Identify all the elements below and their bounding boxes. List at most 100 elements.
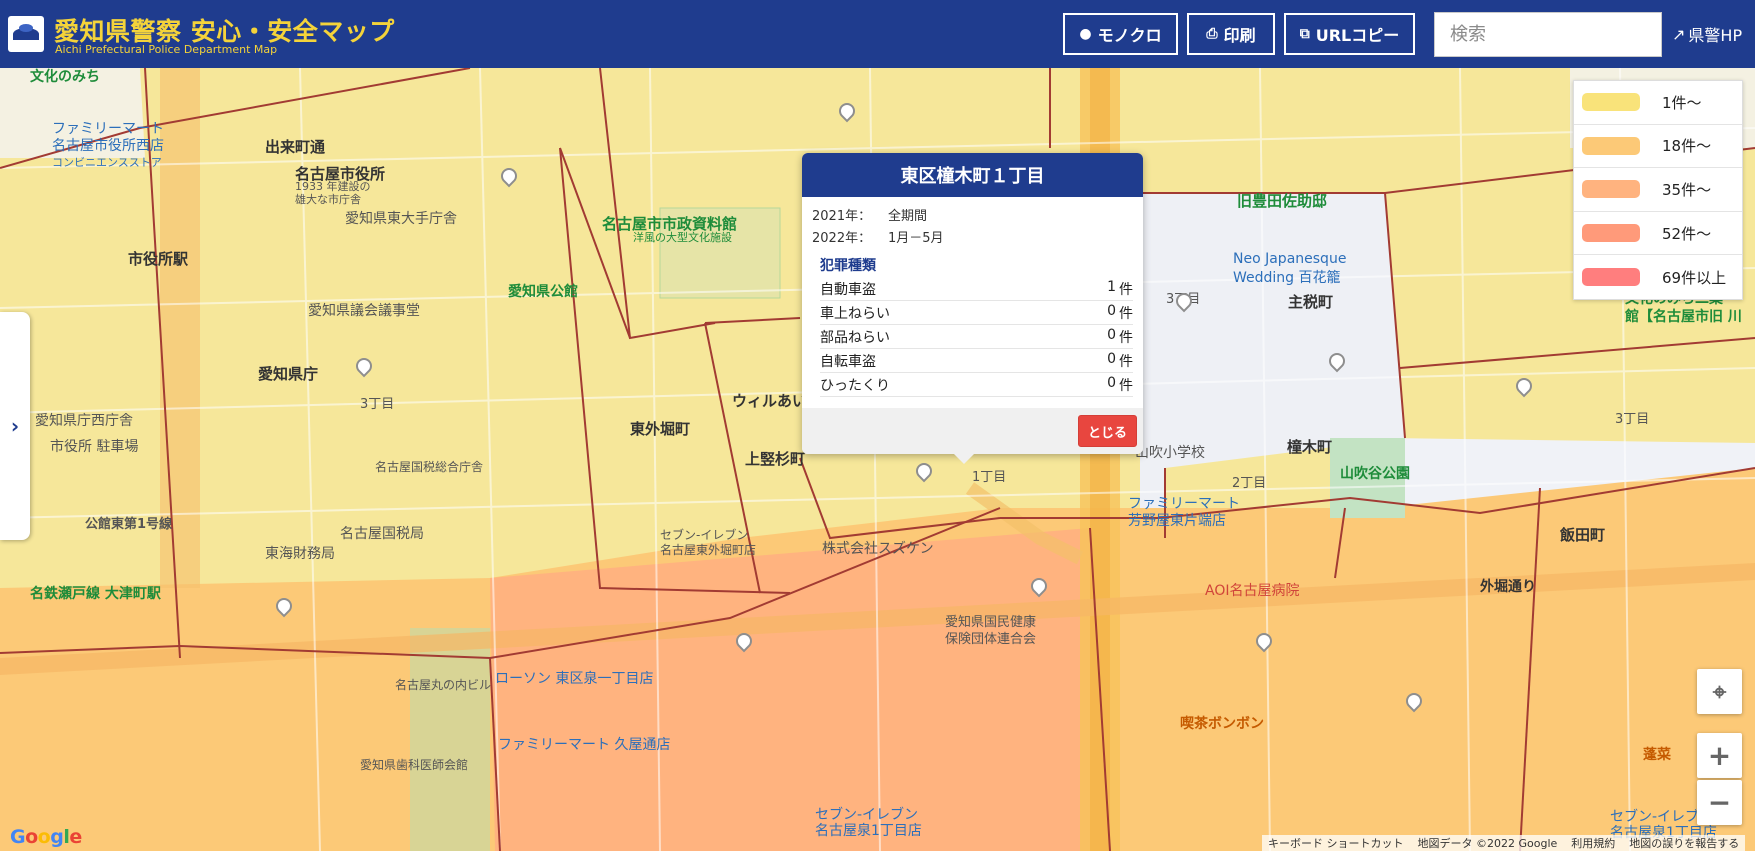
- popup-tail: [954, 454, 974, 464]
- map-label: 洋風の大型文化施設: [633, 231, 732, 244]
- crime-count-unit: 件: [1119, 305, 1133, 322]
- print-button-label: 印刷: [1223, 26, 1256, 45]
- place-pin-icon[interactable]: [1405, 693, 1419, 711]
- place-pin-icon[interactable]: [838, 103, 852, 121]
- period-value: 全期間: [888, 208, 928, 224]
- legend-label: 52件～: [1662, 224, 1712, 243]
- printer-icon: ⎙: [1206, 26, 1218, 42]
- map-label: 愛知県東大手庁舎: [345, 211, 457, 227]
- map-label: 株式会社スズケン: [822, 541, 934, 557]
- map-label: 2丁目: [1232, 476, 1267, 491]
- map-label: 山吹小学校: [1135, 445, 1205, 461]
- zoom-in-button[interactable]: +: [1697, 733, 1742, 778]
- app-subtitle: Aichi Prefectural Police Department Map: [55, 43, 278, 56]
- crime-name: ひったくり: [820, 377, 890, 394]
- period-value: 1月－5月: [888, 230, 944, 246]
- map-data-credit: 地図データ ©2022 Google: [1417, 837, 1558, 850]
- map-label: 外堀通り: [1480, 579, 1536, 595]
- popup-footer: とじる: [802, 408, 1143, 454]
- crime-row: 自動車盗 1 件: [820, 277, 1133, 301]
- legend-row: 1件～: [1574, 81, 1742, 125]
- report-error-link[interactable]: 地図の誤りを報告する: [1629, 835, 1739, 851]
- map-label: 雄大な市庁舎: [295, 193, 361, 206]
- map-label: 愛知県庁: [258, 365, 319, 383]
- crime-row: 部品ねらい 0 件: [820, 325, 1133, 349]
- crime-table: 自動車盗 1 件車上ねらい 0 件部品ねらい 0 件自転車盗 0 件ひったくり 0 件: [820, 277, 1133, 397]
- legend-row: 52件～: [1574, 212, 1742, 256]
- url-copy-button[interactable]: ⧉ URLコピー: [1284, 13, 1415, 55]
- map-label: 3丁目: [1615, 412, 1650, 427]
- place-pin-icon[interactable]: [1175, 293, 1189, 311]
- map-label: 東外堀町: [630, 420, 691, 438]
- pref-hp-label: 県警HP: [1688, 26, 1743, 45]
- map-label: 蓬菜: [1643, 747, 1671, 763]
- chevron-right-icon: ›: [10, 414, 20, 438]
- map-label: 飯田町: [1560, 526, 1606, 544]
- map-label: 1丁目: [972, 470, 1007, 485]
- crime-row: 自転車盗 0 件: [820, 349, 1133, 373]
- map-label: 愛知県歯科医師会館: [360, 758, 469, 772]
- map-label: 橦木町: [1287, 438, 1333, 456]
- place-pin-icon[interactable]: [1255, 633, 1269, 651]
- map-label: 市役所 駐車場: [50, 439, 139, 455]
- map-label: 市役所駅: [128, 250, 189, 268]
- place-pin-icon[interactable]: [1030, 578, 1044, 596]
- map-label: 愛知県庁西庁舎: [35, 413, 133, 429]
- legend-swatch: [1582, 268, 1640, 287]
- map-label: 名古屋東外堀町店: [660, 543, 757, 557]
- crime-count: 1件: [1107, 279, 1133, 299]
- close-button[interactable]: とじる: [1078, 415, 1137, 447]
- crime-heading: 犯罪種類: [820, 258, 876, 274]
- crime-count-unit: 件: [1119, 281, 1133, 298]
- mono-button-label: モノクロ: [1097, 26, 1162, 45]
- crosshair-icon: ⌖: [1712, 677, 1727, 706]
- map-label: ウィルあい: [732, 392, 808, 410]
- print-button[interactable]: ⎙ 印刷: [1187, 13, 1275, 55]
- place-pin-icon[interactable]: [355, 358, 369, 376]
- legend-label: 18件～: [1662, 137, 1712, 156]
- legend-swatch: [1582, 93, 1640, 112]
- crime-count-unit: 件: [1119, 329, 1133, 346]
- legend-swatch: [1582, 180, 1640, 199]
- keyboard-shortcuts-link[interactable]: キーボード ショートカット: [1268, 835, 1404, 851]
- map-label: 名古屋市役所西店: [52, 138, 164, 154]
- place-pin-icon[interactable]: [915, 463, 929, 481]
- area-info-popup: 東区橦木町１丁目 2021年： 全期間 2022年： 1月－5月 犯罪種類 自動…: [802, 153, 1143, 464]
- crime-name: 部品ねらい: [820, 329, 890, 346]
- map-attribution: キーボード ショートカット 地図データ ©2022 Google 利用規約 地図…: [1262, 835, 1746, 851]
- pref-hp-link[interactable]: ↗ 県警HP: [1672, 22, 1742, 46]
- mono-button[interactable]: ● モノクロ: [1063, 13, 1178, 55]
- external-link-icon: ↗: [1672, 24, 1686, 44]
- map-label: 喫茶ボンボン: [1180, 716, 1264, 732]
- terms-link[interactable]: 利用規約: [1571, 835, 1615, 851]
- map-label: 旧豊田佐助邸: [1237, 192, 1328, 210]
- place-pin-icon[interactable]: [1515, 378, 1529, 396]
- map-label: 主税町: [1288, 293, 1334, 311]
- crime-count: 0件: [1107, 303, 1133, 323]
- map-label: 芳野屋東片端店: [1128, 513, 1226, 529]
- crime-row: 車上ねらい 0 件: [820, 301, 1133, 325]
- search-input[interactable]: [1434, 12, 1662, 57]
- app-root: 文化のみち ファミリーマート 名古屋市役所西店 コンビニエンスストア 出来町通 …: [0, 0, 1755, 851]
- crime-count-value: 1: [1107, 278, 1116, 295]
- zoom-out-button[interactable]: −: [1697, 780, 1742, 825]
- place-pin-icon[interactable]: [275, 598, 289, 616]
- side-panel-toggle[interactable]: ›: [0, 312, 30, 540]
- place-pin-icon[interactable]: [1328, 353, 1342, 371]
- crime-count-value: 0: [1107, 374, 1116, 391]
- legend: 1件～ 18件～ 35件～ 52件～ 69件以上: [1573, 80, 1743, 300]
- map-label: 名古屋丸の内ビル: [395, 678, 492, 692]
- crime-count-unit: 件: [1119, 353, 1133, 370]
- legend-row: 69件以上: [1574, 255, 1742, 299]
- my-location-button[interactable]: ⌖: [1697, 669, 1742, 714]
- period-list: 2021年： 全期間 2022年： 1月－5月: [802, 197, 1143, 247]
- period-label: 2022年：: [812, 230, 872, 246]
- legend-label: 69件以上: [1662, 268, 1727, 287]
- map-label: 愛知県公館: [508, 284, 578, 300]
- google-logo[interactable]: Google: [10, 826, 82, 848]
- crime-name: 車上ねらい: [820, 305, 890, 322]
- map-label: 文化のみち: [30, 69, 100, 85]
- place-pin-icon[interactable]: [500, 168, 514, 186]
- police-logo-icon: [8, 16, 44, 52]
- place-pin-icon[interactable]: [735, 633, 749, 651]
